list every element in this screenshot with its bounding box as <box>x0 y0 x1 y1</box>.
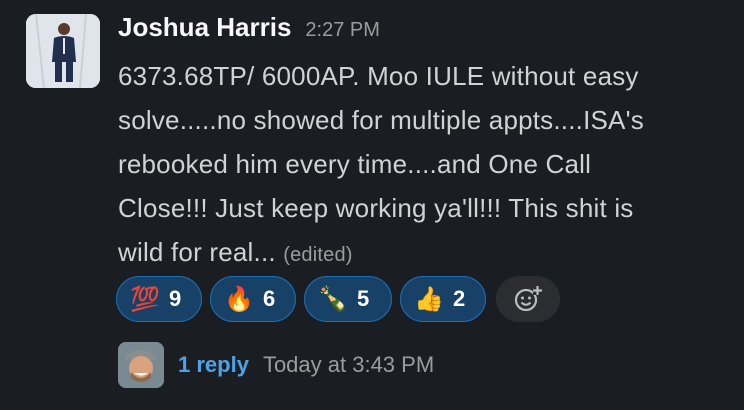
author-name[interactable]: Joshua Harris <box>118 12 291 43</box>
edited-label: (edited) <box>283 244 353 266</box>
message-line: 6373.68TP/ 6000AP. Moo IULE without easy <box>118 61 639 91</box>
add-reaction-button[interactable] <box>496 276 560 322</box>
reaction-champagne[interactable]: 🍾 5 <box>304 276 392 322</box>
reaction-count: 2 <box>453 286 466 311</box>
reaction-count: 6 <box>263 286 276 311</box>
reaction-hundred-points[interactable]: 💯 9 <box>116 276 202 322</box>
thumbs-up-icon: 👍 <box>414 285 444 313</box>
add-reaction-icon <box>514 286 542 312</box>
message-line: solve.....no showed for multiple appts..… <box>118 105 644 135</box>
thread-summary[interactable]: 1 reply Today at 3:43 PM <box>118 342 434 388</box>
reaction-thumbs-up[interactable]: 👍 2 <box>400 276 486 322</box>
message-line: rebooked him every time....and One Call <box>118 149 592 179</box>
reaction-fire[interactable]: 🔥 6 <box>210 276 296 322</box>
champagne-icon: 🍾 <box>318 285 348 313</box>
reaction-count: 9 <box>169 286 182 311</box>
replier-avatar <box>118 342 164 388</box>
message-body: 6373.68TP/ 6000AP. Moo IULE without easy… <box>118 54 718 277</box>
reply-count-link[interactable]: 1 reply <box>178 352 249 378</box>
reactions-bar: 💯 9 🔥 6 🍾 5 👍 2 <box>116 276 560 322</box>
message-timestamp[interactable]: 2:27 PM <box>305 19 379 42</box>
fire-icon: 🔥 <box>224 285 254 313</box>
reaction-count: 5 <box>357 286 370 311</box>
last-reply-time: Today at 3:43 PM <box>262 352 435 377</box>
hundred-points-icon: 💯 <box>130 285 160 313</box>
message-line: Close!!! Just keep working ya'll!!! This… <box>118 193 634 223</box>
author-avatar[interactable] <box>26 14 100 88</box>
message-header: Joshua Harris 2:27 PM <box>118 12 380 44</box>
message-line: wild for real... (edited) <box>118 230 718 277</box>
message-line-text: wild for real... <box>118 237 276 267</box>
